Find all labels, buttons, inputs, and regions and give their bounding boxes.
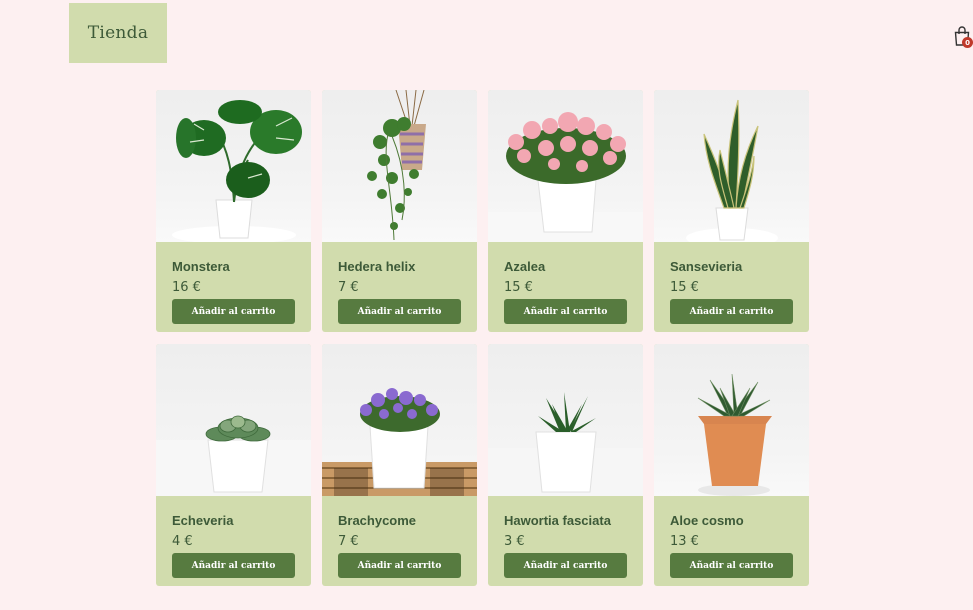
add-to-cart-button[interactable]: Añadir al carrito [670, 299, 793, 324]
product-price: 15 € [670, 280, 699, 295]
product-card: Hawortia fasciata 3 € Añadir al carrito [488, 344, 643, 586]
product-price: 7 € [338, 534, 359, 549]
product-name: Aloe cosmo [670, 513, 744, 528]
product-name: Hawortia fasciata [504, 513, 611, 528]
product-image-sansevieria[interactable] [654, 90, 809, 242]
product-price: 13 € [670, 534, 699, 549]
product-image-aloe-cosmo[interactable] [654, 344, 809, 496]
product-card: Monstera 16 € Añadir al carrito [156, 90, 311, 332]
product-name: Brachycome [338, 513, 417, 528]
product-name: Monstera [172, 259, 230, 274]
product-image-hedera-helix[interactable] [322, 90, 477, 242]
add-to-cart-button[interactable]: Añadir al carrito [172, 553, 295, 578]
product-image-hawortia-fasciata[interactable] [488, 344, 643, 496]
store-logo[interactable]: Tienda [69, 3, 167, 63]
product-card: Aloe cosmo 13 € Añadir al carrito [654, 344, 809, 586]
product-price: 7 € [338, 280, 359, 295]
product-name: Azalea [504, 259, 546, 274]
product-name: Hedera helix [338, 259, 416, 274]
add-to-cart-button[interactable]: Añadir al carrito [172, 299, 295, 324]
product-price: 4 € [172, 534, 193, 549]
product-name: Echeveria [172, 513, 234, 528]
product-card: Hedera helix 7 € Añadir al carrito [322, 90, 477, 332]
product-card: Echeveria 4 € Añadir al carrito [156, 344, 311, 586]
add-to-cart-button[interactable]: Añadir al carrito [338, 299, 461, 324]
add-to-cart-button[interactable]: Añadir al carrito [338, 553, 461, 578]
product-price: 3 € [504, 534, 525, 549]
cart-button[interactable]: 0 [953, 26, 973, 48]
add-to-cart-button[interactable]: Añadir al carrito [504, 553, 627, 578]
product-card: Sansevieria 15 € Añadir al carrito [654, 90, 809, 332]
product-grid: Monstera 16 € Añadir al carrito Hedera h… [156, 90, 809, 586]
product-price: 16 € [172, 280, 201, 295]
store-name: Tienda [87, 23, 149, 43]
add-to-cart-button[interactable]: Añadir al carrito [670, 553, 793, 578]
product-image-brachycome[interactable] [322, 344, 477, 496]
product-image-echeveria[interactable] [156, 344, 311, 496]
product-card: Azalea 15 € Añadir al carrito [488, 90, 643, 332]
cart-count-badge: 0 [962, 37, 973, 48]
product-image-azalea[interactable] [488, 90, 643, 242]
product-card: Brachycome 7 € Añadir al carrito [322, 344, 477, 586]
product-image-monstera[interactable] [156, 90, 311, 242]
product-price: 15 € [504, 280, 533, 295]
add-to-cart-button[interactable]: Añadir al carrito [504, 299, 627, 324]
product-name: Sansevieria [670, 259, 743, 274]
